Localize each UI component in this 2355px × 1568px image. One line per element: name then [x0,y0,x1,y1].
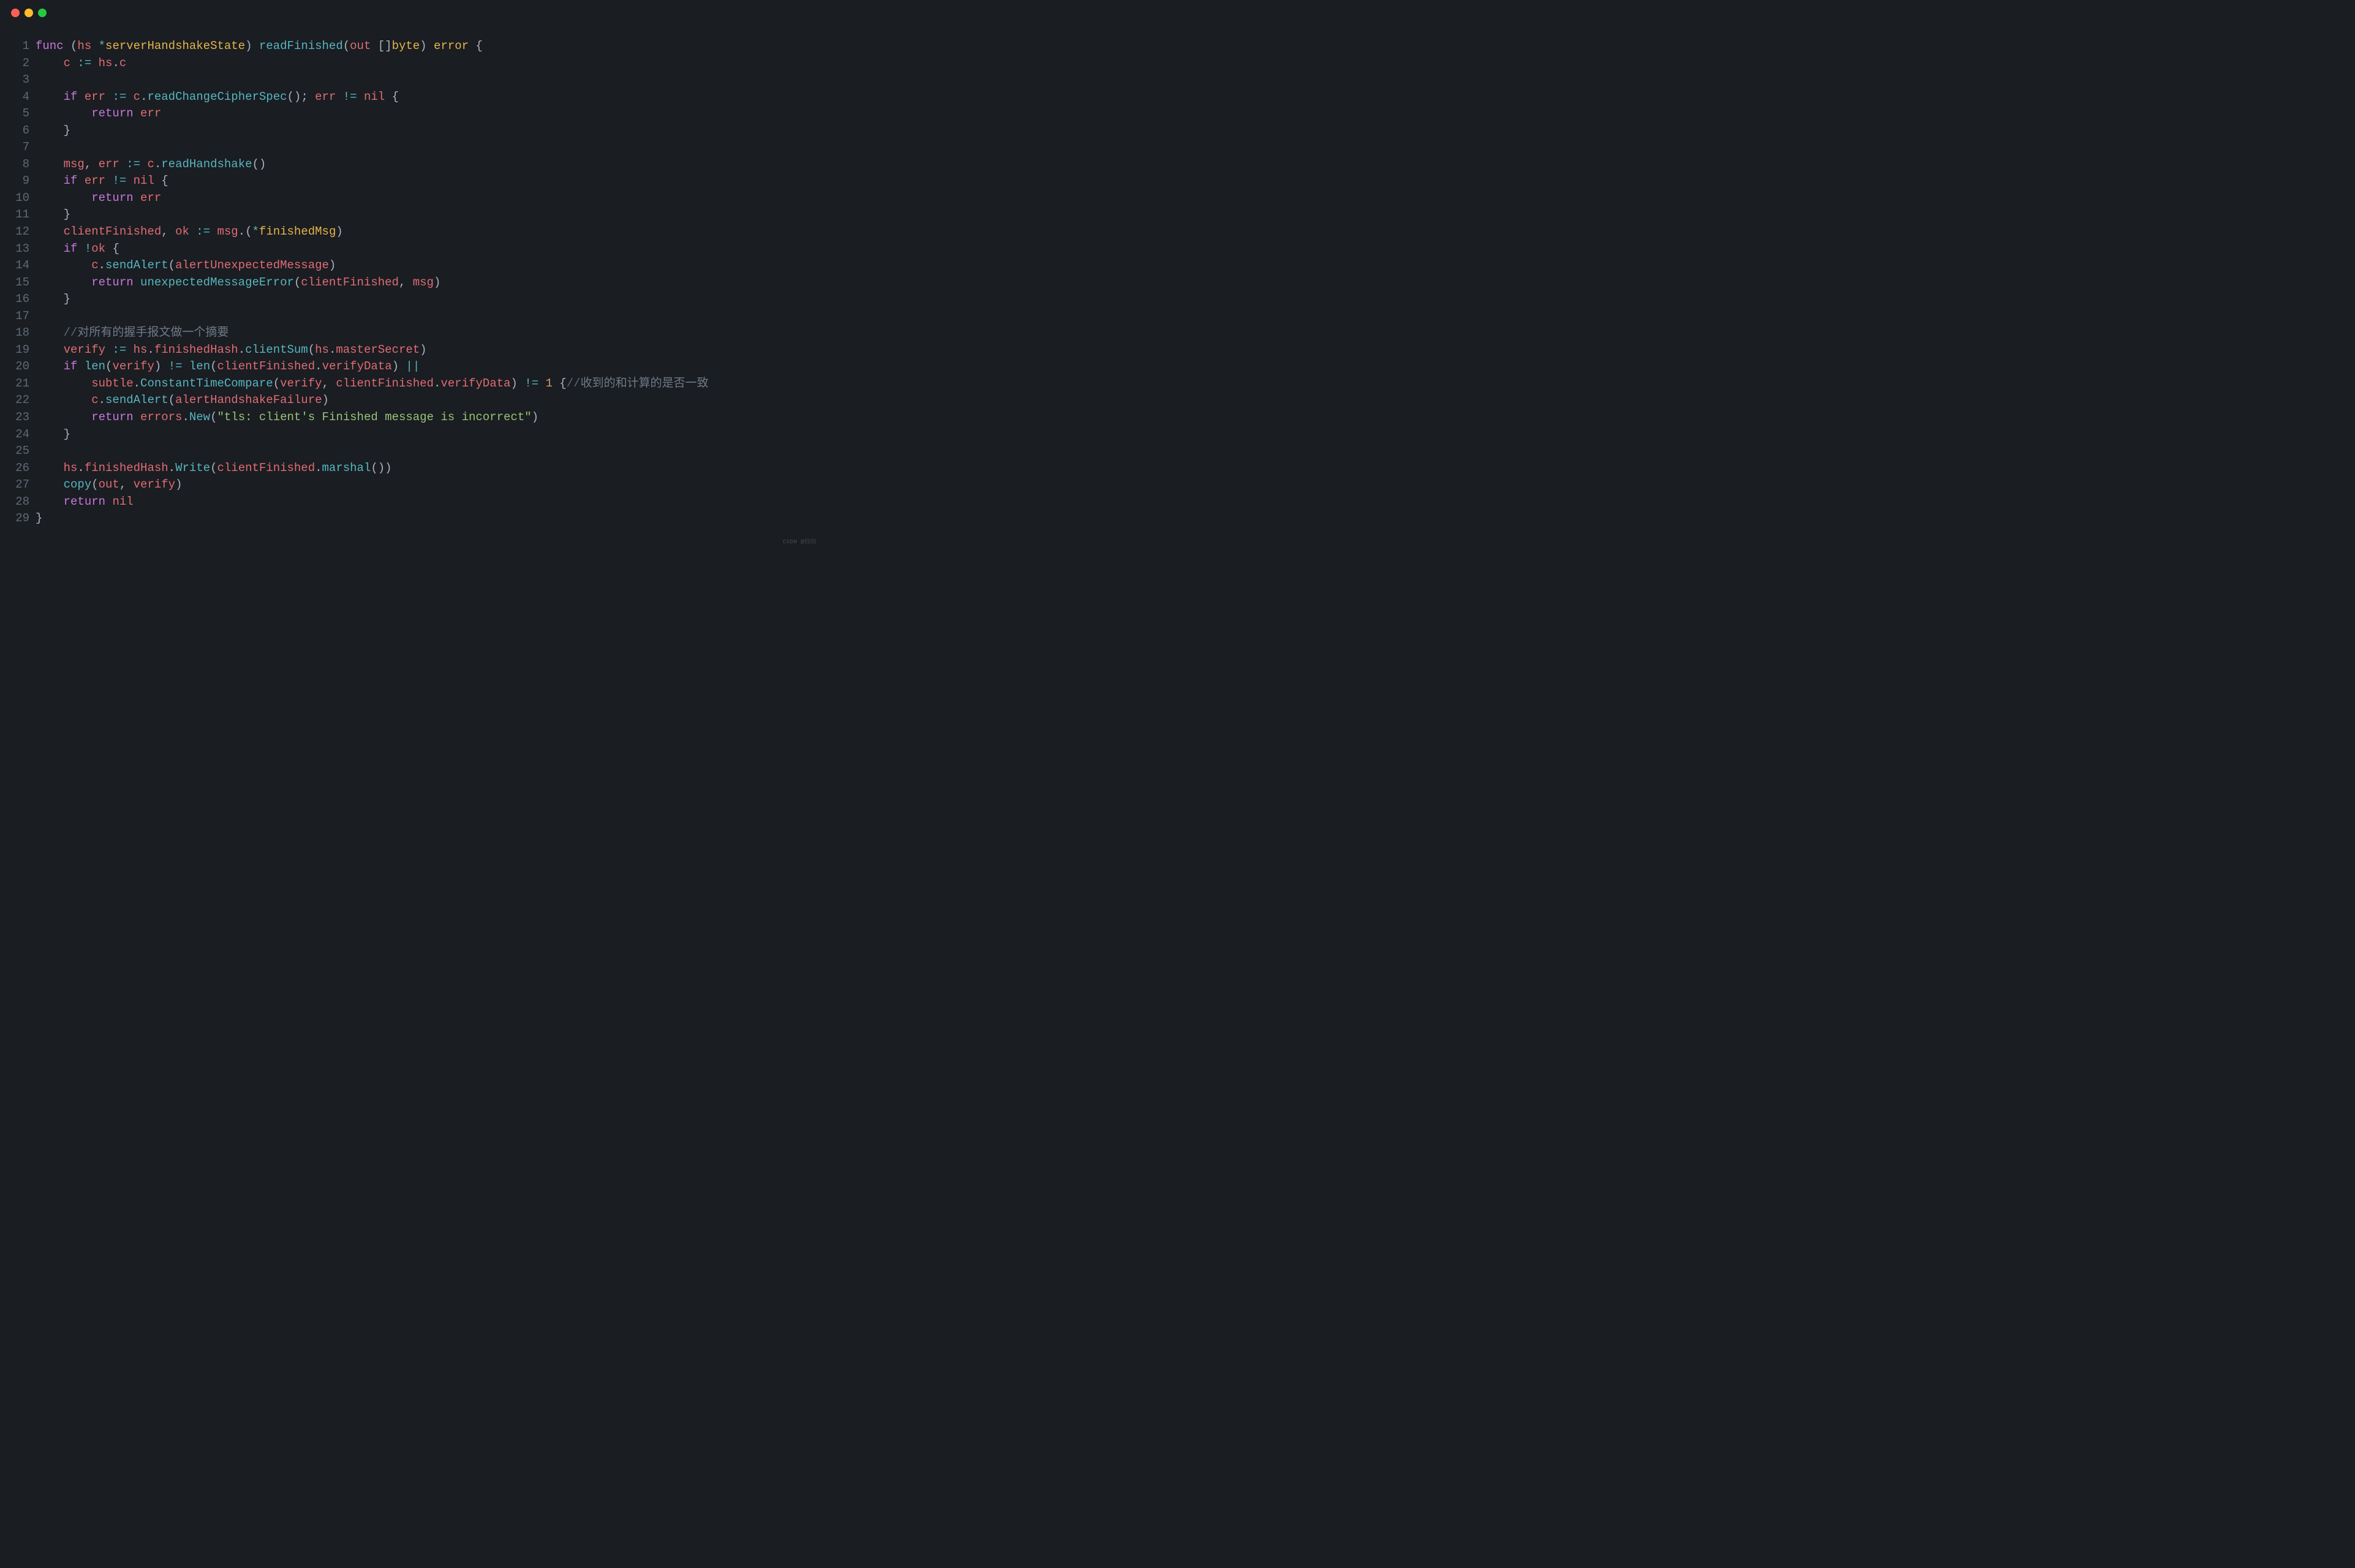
code-content[interactable]: verify := hs.finishedHash.clientSum(hs.m… [36,342,812,359]
code-line[interactable]: 16 } [2,291,812,308]
window-controls [0,9,825,17]
line-number: 7 [2,139,36,156]
code-line[interactable]: 12 clientFinished, ok := msg.(*finishedM… [2,224,812,241]
code-content[interactable] [36,443,812,460]
code-content[interactable]: } [36,206,812,224]
maximize-icon[interactable] [38,9,47,17]
line-number: 12 [2,224,36,241]
code-line[interactable]: 28 return nil [2,494,812,511]
code-content[interactable] [36,72,812,89]
close-icon[interactable] [11,9,20,17]
code-line[interactable]: 5 return err [2,105,812,123]
line-number: 14 [2,257,36,274]
code-line[interactable]: 3 [2,72,812,89]
code-line[interactable]: 14 c.sendAlert(alertUnexpectedMessage) [2,257,812,274]
line-number: 13 [2,241,36,258]
line-number: 29 [2,510,36,527]
code-content[interactable]: } [36,426,812,443]
code-line[interactable]: 23 return errors.New("tls: client's Fini… [2,409,812,426]
code-line[interactable]: 22 c.sendAlert(alertHandshakeFailure) [2,392,812,409]
code-line[interactable]: 29} [2,510,812,527]
editor-window: 1func (hs *serverHandshakeState) readFin… [0,0,825,550]
code-content[interactable]: return err [36,105,812,123]
code-content[interactable]: func (hs *serverHandshakeState) readFini… [36,38,812,55]
code-content[interactable] [36,308,812,325]
line-number: 19 [2,342,36,359]
line-number: 28 [2,494,36,511]
code-line[interactable]: 26 hs.finishedHash.Write(clientFinished.… [2,460,812,477]
line-number: 27 [2,477,36,494]
code-line[interactable]: 25 [2,443,812,460]
code-content[interactable]: if len(verify) != len(clientFinished.ver… [36,358,812,375]
code-content[interactable]: subtle.ConstantTimeCompare(verify, clien… [36,375,812,393]
code-line[interactable]: 13 if !ok { [2,241,812,258]
code-content[interactable]: c := hs.c [36,55,812,72]
code-line[interactable]: 11 } [2,206,812,224]
code-content[interactable]: } [36,123,812,140]
code-content[interactable]: return unexpectedMessageError(clientFini… [36,274,812,292]
code-line[interactable]: 10 return err [2,190,812,207]
code-content[interactable]: c.sendAlert(alertHandshakeFailure) [36,392,812,409]
code-line[interactable]: 18 //对所有的握手报文做一个摘要 [2,325,812,342]
line-number: 25 [2,443,36,460]
code-content[interactable]: return err [36,190,812,207]
line-number: 22 [2,392,36,409]
code-content[interactable]: //对所有的握手报文做一个摘要 [36,325,812,342]
code-line[interactable]: 17 [2,308,812,325]
code-line[interactable]: 1func (hs *serverHandshakeState) readFin… [2,38,812,55]
code-line[interactable]: 8 msg, err := c.readHandshake() [2,156,812,173]
line-number: 20 [2,358,36,375]
code-line[interactable]: 9 if err != nil { [2,173,812,190]
code-content[interactable]: copy(out, verify) [36,477,812,494]
code-line[interactable]: 20 if len(verify) != len(clientFinished.… [2,358,812,375]
line-number: 8 [2,156,36,173]
code-content[interactable]: return errors.New("tls: client's Finishe… [36,409,812,426]
code-area[interactable]: 1func (hs *serverHandshakeState) readFin… [0,38,825,527]
line-number: 21 [2,375,36,393]
code-line[interactable]: 24 } [2,426,812,443]
watermark-text: CSDN @归归 [783,538,816,546]
line-number: 23 [2,409,36,426]
code-line[interactable]: 27 copy(out, verify) [2,477,812,494]
code-content[interactable]: return nil [36,494,812,511]
line-number: 26 [2,460,36,477]
code-line[interactable]: 4 if err := c.readChangeCipherSpec(); er… [2,89,812,106]
minimize-icon[interactable] [25,9,33,17]
line-number: 3 [2,72,36,89]
code-content[interactable]: msg, err := c.readHandshake() [36,156,812,173]
code-line[interactable]: 15 return unexpectedMessageError(clientF… [2,274,812,292]
line-number: 6 [2,123,36,140]
line-number: 11 [2,206,36,224]
code-content[interactable]: } [36,291,812,308]
code-line[interactable]: 2 c := hs.c [2,55,812,72]
line-number: 5 [2,105,36,123]
code-content[interactable]: } [36,510,812,527]
code-content[interactable]: c.sendAlert(alertUnexpectedMessage) [36,257,812,274]
code-content[interactable]: clientFinished, ok := msg.(*finishedMsg) [36,224,812,241]
line-number: 10 [2,190,36,207]
line-number: 9 [2,173,36,190]
code-content[interactable] [36,139,812,156]
line-number: 18 [2,325,36,342]
line-number: 4 [2,89,36,106]
code-content[interactable]: if err := c.readChangeCipherSpec(); err … [36,89,812,106]
code-content[interactable]: if !ok { [36,241,812,258]
line-number: 2 [2,55,36,72]
line-number: 17 [2,308,36,325]
line-number: 16 [2,291,36,308]
line-number: 24 [2,426,36,443]
code-content[interactable]: if err != nil { [36,173,812,190]
code-line[interactable]: 19 verify := hs.finishedHash.clientSum(h… [2,342,812,359]
code-line[interactable]: 7 [2,139,812,156]
line-number: 15 [2,274,36,292]
code-content[interactable]: hs.finishedHash.Write(clientFinished.mar… [36,460,812,477]
code-line[interactable]: 21 subtle.ConstantTimeCompare(verify, cl… [2,375,812,393]
code-line[interactable]: 6 } [2,123,812,140]
line-number: 1 [2,38,36,55]
